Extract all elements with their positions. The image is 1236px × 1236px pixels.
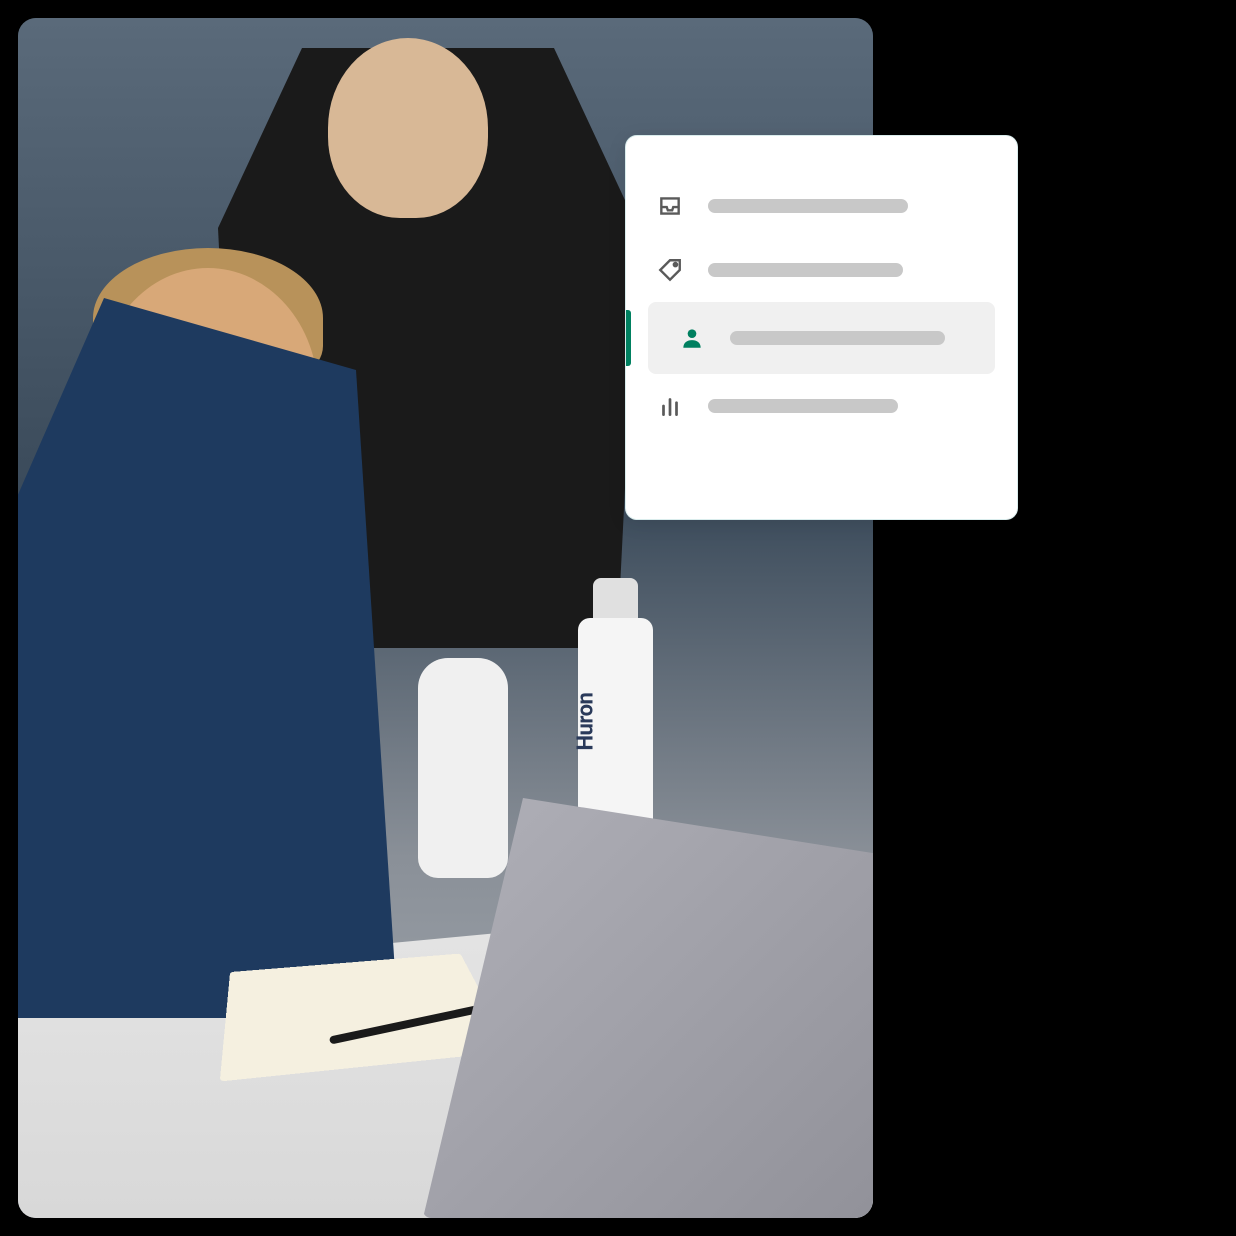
- nav-label-placeholder: [708, 199, 908, 213]
- person-icon: [678, 324, 706, 352]
- product-bottle-1: [418, 658, 508, 878]
- person-standing-head: [328, 38, 488, 218]
- nav-label-placeholder: [708, 399, 898, 413]
- person-seated: [18, 298, 398, 1018]
- nav-item-inbox[interactable]: [626, 174, 1017, 238]
- nav-label-placeholder: [708, 263, 903, 277]
- inbox-icon: [656, 192, 684, 220]
- nav-item-customers[interactable]: [648, 302, 995, 374]
- nav-label-placeholder: [730, 331, 945, 345]
- navigation-panel: [625, 135, 1018, 520]
- product-brand-label: Huron: [574, 693, 599, 751]
- tag-icon: [656, 256, 684, 284]
- analytics-icon: [656, 392, 684, 420]
- nav-item-products[interactable]: [626, 238, 1017, 302]
- nav-item-analytics[interactable]: [626, 374, 1017, 438]
